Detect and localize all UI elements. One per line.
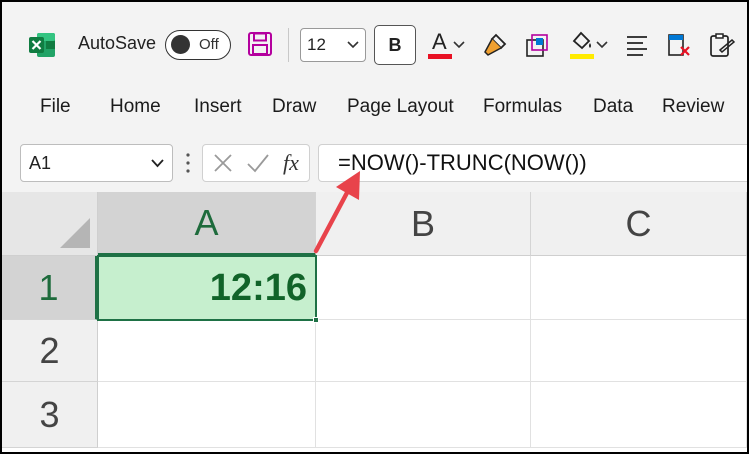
- align-button[interactable]: [622, 30, 652, 60]
- enter-check-icon[interactable]: [245, 151, 271, 175]
- cell-a2[interactable]: [98, 320, 316, 382]
- autosave-toggle[interactable]: Off: [165, 30, 231, 60]
- tab-formulas[interactable]: Formulas: [483, 96, 562, 118]
- tab-file[interactable]: File: [40, 96, 71, 118]
- fill-color-swatch: [570, 54, 594, 59]
- excel-logo-icon: [28, 32, 56, 58]
- cell-a3[interactable]: [98, 382, 316, 448]
- tab-data[interactable]: Data: [593, 96, 633, 118]
- formula-input[interactable]: =NOW()-TRUNC(NOW()): [318, 144, 747, 182]
- paste-special-icon: [710, 33, 736, 57]
- more-options-icon[interactable]: [183, 150, 193, 176]
- formula-bar: A1 fx =NOW()-TRUNC(NOW()): [2, 130, 747, 192]
- font-color-button[interactable]: A: [422, 28, 470, 62]
- select-all-button[interactable]: [2, 192, 98, 256]
- cell-b3[interactable]: [316, 382, 531, 448]
- save-button[interactable]: [246, 30, 274, 58]
- fill-color-icon: [568, 29, 596, 61]
- cancel-icon[interactable]: [211, 151, 235, 175]
- bold-button[interactable]: B: [374, 25, 416, 65]
- row-header-2[interactable]: 2: [2, 320, 98, 382]
- worksheet-grid: A B C 1 2 3 12:16: [2, 192, 747, 452]
- font-color-icon: A: [427, 29, 453, 61]
- insert-function-button[interactable]: fx: [283, 150, 299, 176]
- chevron-down-icon: [151, 158, 164, 167]
- chevron-down-icon: [347, 41, 359, 49]
- annotation-arrow-icon: [313, 171, 360, 254]
- excel-window: AutoSave Off 12 B A File Home Insert Dra…: [0, 0, 749, 454]
- clear-format-icon: [668, 34, 690, 56]
- quick-access-toolbar: AutoSave Off 12 B A: [2, 2, 747, 88]
- tab-page-layout[interactable]: Page Layout: [347, 96, 454, 118]
- font-size-value: 12: [307, 35, 326, 54]
- font-color-swatch: [428, 54, 452, 59]
- ribbon-tabs: File Home Insert Draw Page Layout Formul…: [2, 88, 747, 130]
- autosave-state: Off: [199, 36, 219, 53]
- tab-review[interactable]: Review: [662, 96, 724, 118]
- cell-c3[interactable]: [531, 382, 747, 448]
- row-header-1[interactable]: 1: [2, 256, 98, 320]
- row-header-3[interactable]: 3: [2, 382, 98, 448]
- column-header-a[interactable]: A: [98, 192, 316, 256]
- font-color-letter: A: [432, 29, 447, 54]
- cell-styles-icon: [526, 34, 548, 57]
- name-box-value: A1: [29, 152, 52, 173]
- align-icon: [627, 36, 647, 56]
- name-box[interactable]: A1: [20, 144, 173, 182]
- tab-insert[interactable]: Insert: [194, 96, 242, 118]
- formula-controls: fx: [202, 144, 310, 182]
- cell-a1[interactable]: 12:16: [97, 255, 317, 321]
- select-all-triangle-icon: [60, 218, 90, 248]
- cell-c1[interactable]: [531, 256, 747, 320]
- format-painter-button[interactable]: [480, 30, 510, 60]
- clear-format-button[interactable]: [664, 30, 694, 60]
- tab-home[interactable]: Home: [110, 96, 161, 118]
- fill-handle[interactable]: [313, 317, 319, 323]
- cell-styles-button[interactable]: [522, 30, 552, 60]
- cell-b2[interactable]: [316, 320, 531, 382]
- chevron-down-icon: [596, 41, 608, 49]
- paste-special-button[interactable]: [706, 30, 738, 60]
- format-painter-icon: [484, 33, 507, 56]
- chevron-down-icon: [453, 41, 465, 49]
- save-icon: [248, 32, 272, 56]
- toolbar-separator: [288, 28, 289, 62]
- cell-c2[interactable]: [531, 320, 747, 382]
- tab-draw[interactable]: Draw: [272, 96, 316, 118]
- cell-b1[interactable]: [316, 256, 531, 320]
- autosave-label: AutoSave: [78, 33, 157, 53]
- fill-color-button[interactable]: [564, 28, 612, 62]
- toggle-knob: [171, 35, 190, 54]
- column-header-c[interactable]: C: [531, 192, 747, 256]
- font-size-select[interactable]: 12: [300, 28, 366, 62]
